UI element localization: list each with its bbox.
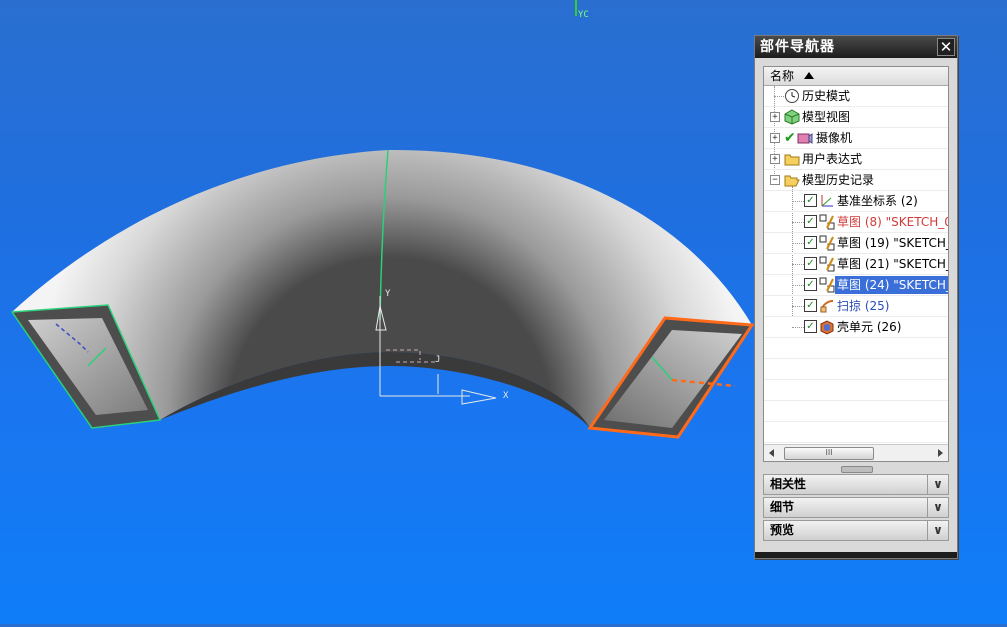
tree-row-label: 摄像机	[816, 131, 853, 145]
panel-splitter-handle[interactable]	[841, 466, 873, 473]
navigator-title: 部件导航器	[755, 36, 957, 58]
expand-icon[interactable]: +	[770, 154, 780, 164]
clock-icon	[784, 88, 800, 104]
tree-row-empty	[764, 338, 948, 359]
feature-checkbox[interactable]: ✓	[804, 278, 817, 291]
collapse-icon[interactable]: −	[770, 175, 780, 185]
close-button[interactable]: ✕	[937, 38, 955, 56]
tree-row-label: 草图 (24) "SKETCH_	[835, 276, 948, 294]
tree-row-label: 用户表达式	[802, 152, 863, 166]
tree-row-label: 草图 (8) "SKETCH_0	[837, 215, 949, 229]
section-label: 细节	[770, 500, 795, 514]
tree-row-datum-csys[interactable]: ✓ 基准坐标系 (2)	[764, 191, 948, 212]
shell-icon	[819, 319, 835, 335]
tree-row-user-expressions[interactable]: + 用户表达式	[764, 149, 948, 170]
tree-row-sweep[interactable]: ✓ 扫掠 (25)	[764, 296, 948, 317]
section-preview[interactable]: 预览 ∨	[763, 520, 949, 541]
feature-checkbox[interactable]: ✓	[804, 236, 817, 249]
navigator-bottom-bar	[755, 552, 957, 558]
tree-row-label: 草图 (21) "SKETCH_	[837, 257, 949, 271]
feature-checkbox[interactable]: ✓	[804, 194, 817, 207]
axis-j-label: J	[435, 355, 440, 365]
tree-row-empty	[764, 401, 948, 422]
tree-row-sketch-19[interactable]: ✓ 草图 (19) "SKETCH_	[764, 233, 948, 254]
tree-row-model-views[interactable]: + 模型视图	[764, 107, 948, 128]
tree-row-label: 模型历史记录	[802, 173, 875, 187]
section-details[interactable]: 细节 ∨	[763, 497, 949, 518]
tree-row-label: 壳单元 (26)	[837, 320, 902, 334]
feature-checkbox[interactable]: ✓	[804, 299, 817, 312]
tree-row-label: 模型视图	[802, 110, 851, 124]
tree-row-cameras[interactable]: + ✔ 摄像机	[764, 128, 948, 149]
part-navigator-panel: 部件导航器 ✕ 名称 历史模式 + 模型视图 + ✔ 摄像机 + 用户表达式 −…	[754, 35, 958, 559]
section-dependencies[interactable]: 相关性 ∨	[763, 474, 949, 495]
chevron-down-icon[interactable]: ∨	[927, 521, 948, 540]
sketch-icon	[819, 277, 835, 293]
folder-icon	[784, 151, 800, 167]
folder-open-icon	[784, 172, 800, 188]
tree-row-sketch-24[interactable]: ✓ 草图 (24) "SKETCH_	[764, 275, 948, 296]
tree-row-label: 扫掠 (25)	[837, 299, 890, 313]
tree-row-model-history[interactable]: − 模型历史记录	[764, 170, 948, 191]
tree-row-history-mode[interactable]: 历史模式	[764, 86, 948, 107]
tree-row-shell[interactable]: ✓ 壳单元 (26)	[764, 317, 948, 338]
check-mark-icon: ✔	[784, 130, 796, 146]
navigator-tree[interactable]: 名称 历史模式 + 模型视图 + ✔ 摄像机 + 用户表达式 − 模型历史记录 …	[763, 66, 949, 462]
section-label: 相关性	[770, 477, 807, 491]
expand-icon[interactable]: +	[770, 112, 780, 122]
chevron-down-icon[interactable]: ∨	[927, 498, 948, 517]
axis-y-label: Y	[385, 289, 391, 299]
section-label: 预览	[770, 523, 795, 537]
wcs-yc-label: YC	[578, 10, 589, 20]
model-views-icon	[784, 109, 800, 125]
sweep-icon	[819, 298, 835, 314]
tree-row-empty	[764, 359, 948, 380]
expand-icon[interactable]: +	[770, 133, 780, 143]
horizontal-scrollbar[interactable]: III	[764, 444, 948, 461]
feature-checkbox[interactable]: ✓	[804, 215, 817, 228]
axis-x-label: X	[503, 391, 509, 401]
tree-row-sketch-21[interactable]: ✓ 草图 (21) "SKETCH_	[764, 254, 948, 275]
sketch-icon	[819, 214, 835, 230]
tree-row-empty	[764, 380, 948, 401]
feature-checkbox[interactable]: ✓	[804, 257, 817, 270]
tree-row-label: 基准坐标系 (2)	[837, 194, 918, 208]
sketch-icon	[819, 235, 835, 251]
chevron-down-icon[interactable]: ∨	[927, 475, 948, 494]
sort-ascending-icon[interactable]	[804, 72, 815, 79]
scroll-right-icon[interactable]	[938, 449, 943, 457]
camera-icon	[797, 130, 813, 146]
tree-row-empty	[764, 422, 948, 443]
column-header-label: 名称	[770, 69, 795, 83]
tree-row-label: 草图 (19) "SKETCH_	[837, 236, 949, 250]
datum-csys-icon	[819, 193, 835, 209]
feature-checkbox[interactable]: ✓	[804, 320, 817, 333]
tree-row-label: 历史模式	[802, 89, 851, 103]
scroll-thumb[interactable]: III	[784, 447, 874, 460]
column-header-name[interactable]: 名称	[764, 67, 948, 86]
tree-row-sketch-8[interactable]: ✓ 草图 (8) "SKETCH_0	[764, 212, 948, 233]
scroll-left-icon[interactable]	[769, 449, 774, 457]
sketch-icon	[819, 256, 835, 272]
